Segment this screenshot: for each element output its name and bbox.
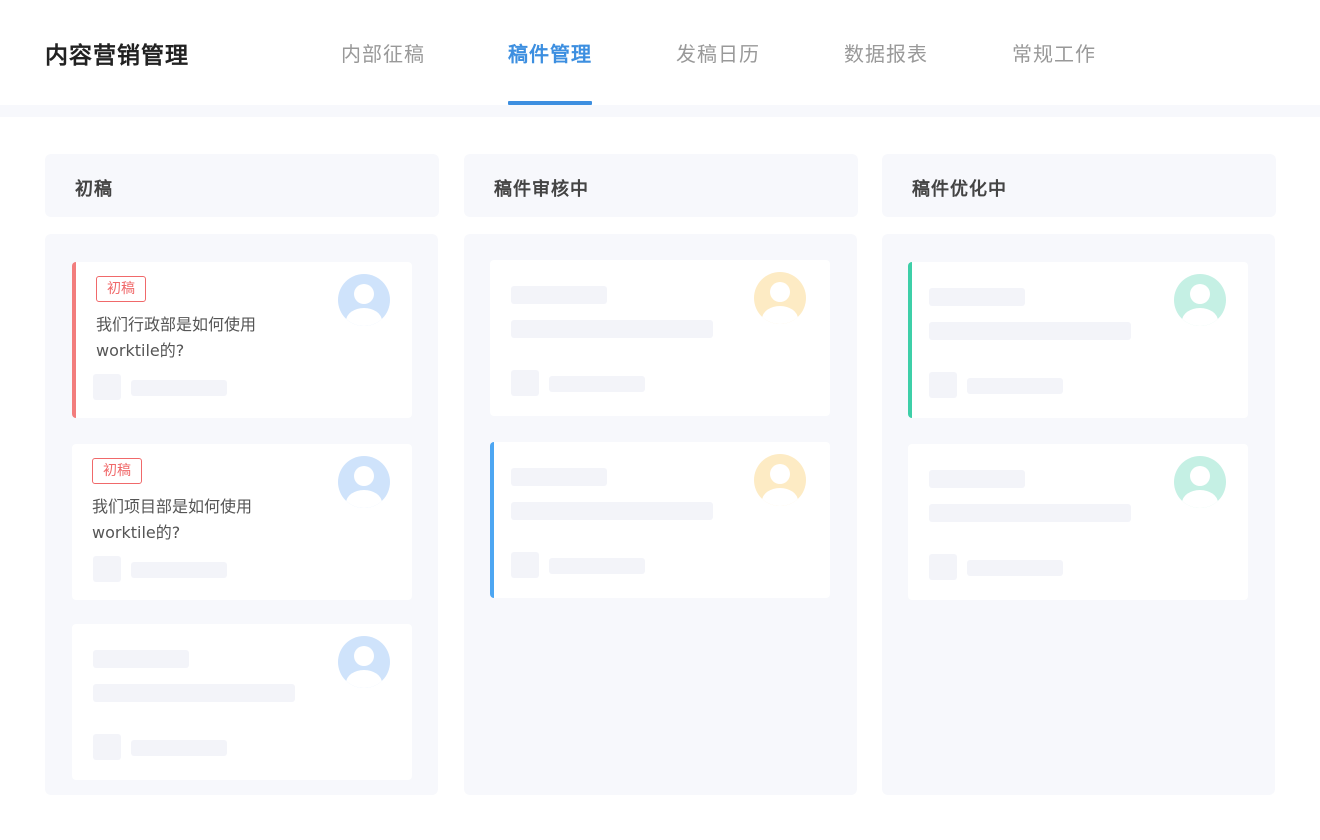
- app-title: 内容营销管理: [45, 43, 189, 69]
- tab-label: 常规工作: [1012, 42, 1096, 66]
- column-header-draft: 初稿: [45, 154, 439, 217]
- placeholder-line: [93, 684, 295, 702]
- user-avatar-icon: [338, 456, 390, 508]
- placeholder-line: [929, 288, 1025, 306]
- status-badge: 初稿: [96, 276, 146, 302]
- kanban-card-placeholder[interactable]: [490, 442, 830, 598]
- column-header-in-review: 稿件审核中: [464, 154, 858, 217]
- placeholder-line: [511, 286, 607, 304]
- column-title: 稿件优化中: [912, 179, 1007, 200]
- placeholder-line: [549, 558, 645, 574]
- placeholder-line: [511, 320, 713, 338]
- column-body-in-optimization: [882, 234, 1275, 795]
- placeholder-icon: [93, 374, 121, 400]
- placeholder-icon: [511, 552, 539, 578]
- user-avatar-icon: [1174, 456, 1226, 508]
- placeholder-line: [93, 650, 189, 668]
- tab-label: 数据报表: [844, 42, 928, 66]
- tab-internal-submissions[interactable]: 内部征稿: [341, 38, 425, 105]
- placeholder-icon: [93, 734, 121, 760]
- tab-routine-work[interactable]: 常规工作: [1012, 38, 1096, 105]
- placeholder-icon: [511, 370, 539, 396]
- placeholder-line: [929, 470, 1025, 488]
- kanban-card[interactable]: 初稿 我们项目部是如何使用worktile的?: [72, 444, 412, 600]
- top-header: 内容营销管理 内部征稿 稿件管理 发稿日历 数据报表 常规工作: [0, 0, 1320, 105]
- tab-manuscript-management[interactable]: 稿件管理: [508, 38, 592, 105]
- user-avatar-icon: [754, 454, 806, 506]
- tab-data-reports[interactable]: 数据报表: [844, 38, 928, 105]
- placeholder-line: [131, 740, 227, 756]
- kanban-card[interactable]: 初稿 我们行政部是如何使用worktile的?: [72, 262, 412, 418]
- header-divider: [0, 105, 1320, 117]
- status-badge: 初稿: [92, 458, 142, 484]
- user-avatar-icon: [754, 272, 806, 324]
- user-avatar-icon: [1174, 274, 1226, 326]
- kanban-card-placeholder[interactable]: [72, 624, 412, 780]
- column-header-in-optimization: 稿件优化中: [882, 154, 1276, 217]
- placeholder-icon: [929, 372, 957, 398]
- card-title: 我们行政部是如何使用worktile的?: [96, 315, 257, 360]
- kanban-card-placeholder[interactable]: [490, 260, 830, 416]
- placeholder-icon: [929, 554, 957, 580]
- kanban-card-placeholder[interactable]: [908, 444, 1248, 600]
- placeholder-line: [511, 468, 607, 486]
- tab-label: 稿件管理: [508, 42, 592, 66]
- placeholder-line: [131, 380, 227, 396]
- card-title: 我们项目部是如何使用worktile的?: [92, 497, 253, 542]
- placeholder-line: [131, 562, 227, 578]
- kanban-card-placeholder[interactable]: [908, 262, 1248, 418]
- placeholder-line: [929, 322, 1131, 340]
- user-avatar-icon: [338, 274, 390, 326]
- tab-label: 内部征稿: [341, 42, 425, 66]
- placeholder-line: [929, 504, 1131, 522]
- placeholder-icon: [93, 556, 121, 582]
- user-avatar-icon: [338, 636, 390, 688]
- placeholder-line: [511, 502, 713, 520]
- column-title: 初稿: [75, 179, 113, 200]
- tab-publishing-calendar[interactable]: 发稿日历: [676, 38, 760, 105]
- placeholder-line: [549, 376, 645, 392]
- column-title: 稿件审核中: [494, 179, 589, 200]
- column-body-in-review: [464, 234, 857, 795]
- tab-label: 发稿日历: [676, 42, 760, 66]
- placeholder-line: [967, 560, 1063, 576]
- column-body-draft: 初稿 我们行政部是如何使用worktile的? 初稿 我们项目部是如何使用wor…: [45, 234, 438, 795]
- placeholder-line: [967, 378, 1063, 394]
